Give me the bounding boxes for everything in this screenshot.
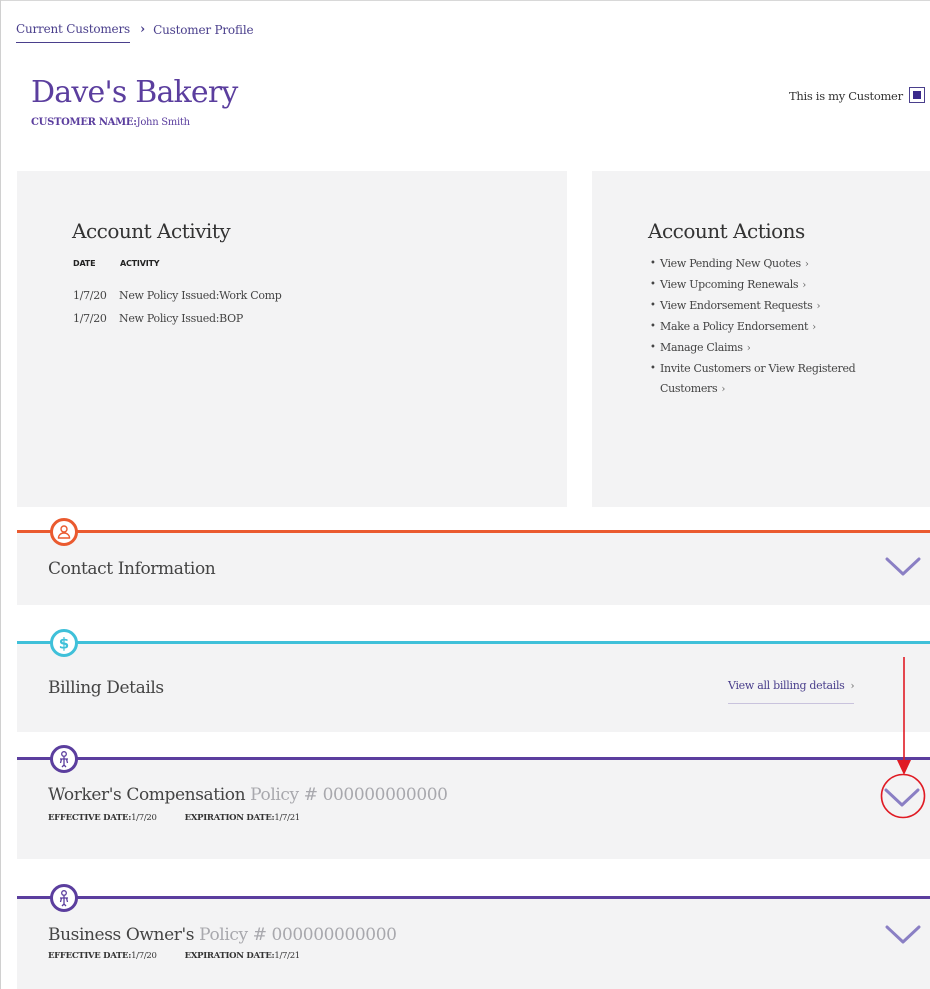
worker-icon: [50, 745, 78, 773]
breadcrumb-current-customers-link[interactable]: Current Customers: [16, 22, 130, 43]
section-accent-bar: [17, 757, 930, 760]
page-top-border: [0, 0, 930, 1]
action-label: View Endorsement Requests: [660, 299, 813, 312]
chevron-down-icon[interactable]: [885, 924, 921, 946]
effective-date: EFFECTIVE DATE:1/7/20: [48, 951, 157, 961]
action-invite-customers[interactable]: Invite Customers or View Registered Cust…: [650, 359, 890, 400]
action-label: View Pending New Quotes: [660, 257, 801, 270]
policy-type-label: Business Owner's: [48, 925, 195, 945]
my-customer-label: This is my Customer: [789, 89, 903, 103]
customer-name-value: John Smith: [136, 117, 190, 128]
chevron-right-icon: ›: [816, 301, 821, 312]
workers-compensation-section[interactable]: Worker's Compensation Policy # 000000000…: [17, 745, 930, 859]
breadcrumb-customer-profile: Customer Profile: [153, 22, 254, 37]
effective-date-value: 1/7/20: [131, 813, 157, 823]
contact-information-title: Contact Information: [48, 559, 216, 579]
breadcrumb-separator-icon: ›: [139, 22, 146, 37]
account-activity-heading: Account Activity: [72, 219, 231, 243]
checkbox-checked-mark: [913, 91, 921, 99]
action-view-endorsement-requests[interactable]: View Endorsement Requests›: [650, 296, 890, 317]
action-view-pending-new-quotes[interactable]: View Pending New Quotes›: [650, 254, 890, 275]
breadcrumb: Current Customers › Customer Profile: [16, 22, 254, 43]
action-label: Make a Policy Endorsement: [660, 320, 809, 333]
policy-dates: EFFECTIVE DATE:1/7/20 EXPIRATION DATE:1/…: [48, 813, 300, 823]
action-label: Invite Customers or View Registered Cust…: [660, 362, 856, 395]
activity-row-date: 1/7/20: [73, 289, 107, 302]
policy-dates: EFFECTIVE DATE:1/7/20 EXPIRATION DATE:1/…: [48, 951, 300, 961]
view-all-billing-details-link[interactable]: View all billing details ›: [728, 679, 855, 704]
svg-text:$: $: [59, 635, 69, 653]
workers-compensation-title: Worker's Compensation Policy # 000000000…: [48, 785, 448, 805]
business-owners-title: Business Owner's Policy # 000000000000: [48, 925, 397, 945]
chevron-right-icon: ›: [802, 280, 806, 291]
policy-number: Policy # 000000000000: [250, 785, 448, 805]
account-activity-panel: Account Activity DATE ACTIVITY 1/7/20 Ne…: [17, 171, 567, 507]
expiration-date-label: EXPIRATION DATE:: [184, 813, 275, 823]
action-make-policy-endorsement[interactable]: Make a Policy Endorsement›: [650, 317, 890, 338]
effective-date: EFFECTIVE DATE:1/7/20: [48, 813, 157, 823]
activity-row-date: 1/7/20: [73, 312, 107, 325]
user-icon: [50, 518, 78, 546]
effective-date-label: EFFECTIVE DATE:: [48, 951, 132, 961]
my-customer-checkbox[interactable]: [909, 87, 925, 103]
billing-details-title: Billing Details: [48, 678, 164, 698]
expiration-date-label: EXPIRATION DATE:: [184, 951, 275, 961]
expiration-date-value: 1/7/21: [274, 951, 300, 961]
business-owners-section[interactable]: Business Owner's Policy # 000000000000 E…: [17, 884, 930, 989]
chevron-right-icon: ›: [850, 681, 855, 692]
contact-information-section[interactable]: Contact Information: [17, 518, 930, 605]
activity-date-column-header: DATE: [73, 259, 96, 268]
expiration-date-value: 1/7/21: [274, 813, 300, 823]
action-label: View Upcoming Renewals: [660, 278, 799, 291]
chevron-right-icon: ›: [812, 322, 816, 333]
page-title: Dave's Bakery: [31, 75, 238, 110]
action-label: Manage Claims: [660, 341, 743, 354]
account-actions-panel: Account Actions View Pending New Quotes›…: [592, 171, 930, 507]
chevron-down-icon[interactable]: [885, 556, 921, 578]
customer-name-label: CUSTOMER NAME:: [31, 117, 137, 128]
activity-activity-column-header: ACTIVITY: [120, 259, 160, 268]
billing-link-label: View all billing details: [728, 679, 845, 692]
account-actions-list: View Pending New Quotes› View Upcoming R…: [650, 254, 890, 400]
customer-name: CUSTOMER NAME:John Smith: [31, 117, 190, 128]
activity-row: 1/7/20 New Policy Issued:BOP: [73, 312, 243, 325]
dollar-icon: $: [50, 629, 78, 657]
section-accent-bar: [17, 896, 930, 899]
chevron-right-icon: ›: [804, 259, 809, 270]
billing-details-section: $ Billing Details View all billing detai…: [17, 629, 930, 732]
policy-number: Policy # 000000000000: [199, 925, 397, 945]
chevron-down-icon[interactable]: [884, 787, 920, 809]
policy-type-label: Worker's Compensation: [48, 785, 246, 805]
activity-row-text: New Policy Issued:BOP: [119, 312, 243, 325]
chevron-right-icon: ›: [746, 343, 751, 354]
activity-row: 1/7/20 New Policy Issued:Work Comp: [73, 289, 282, 302]
chevron-right-icon: ›: [721, 384, 726, 395]
effective-date-label: EFFECTIVE DATE:: [48, 813, 132, 823]
section-accent-bar: [17, 641, 930, 644]
page-left-border: [0, 0, 1, 989]
action-view-upcoming-renewals[interactable]: View Upcoming Renewals›: [650, 275, 890, 296]
action-manage-claims[interactable]: Manage Claims›: [650, 338, 890, 359]
account-actions-heading: Account Actions: [648, 219, 805, 243]
expiration-date: EXPIRATION DATE:1/7/21: [184, 951, 301, 961]
worker-icon: [50, 884, 78, 912]
effective-date-value: 1/7/20: [131, 951, 157, 961]
section-accent-bar: [17, 530, 930, 533]
activity-row-text: New Policy Issued:Work Comp: [119, 289, 282, 302]
expiration-date: EXPIRATION DATE:1/7/21: [184, 813, 301, 823]
